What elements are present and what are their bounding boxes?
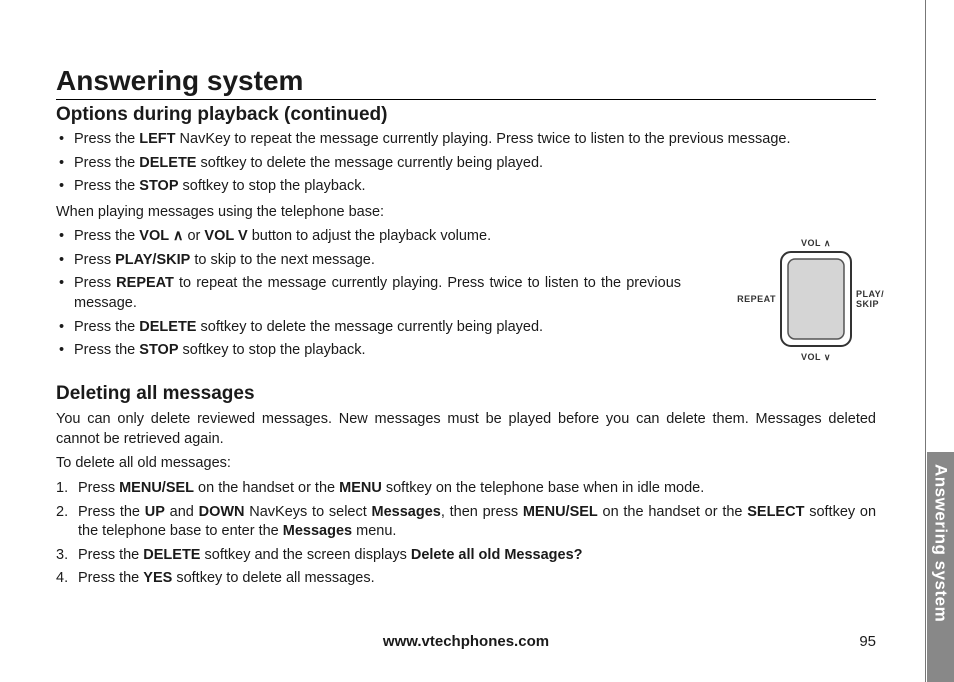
step-item: Press MENU/SEL on the handset or the MEN… bbox=[56, 479, 876, 499]
diagram-label-right-1: PLAY/ bbox=[856, 289, 884, 299]
section-title-deleting: Deleting all messages bbox=[56, 381, 876, 407]
footer: www.vtechphones.com 95 bbox=[56, 633, 876, 650]
page-number: 95 bbox=[859, 633, 876, 650]
base-intro: When playing messages using the telephon… bbox=[56, 203, 876, 223]
bullet-item: Press the LEFT NavKey to repeat the mess… bbox=[56, 130, 876, 150]
bullet-item: Press the VOL ∧ or VOL V button to adjus… bbox=[56, 227, 681, 247]
bullet-item: Press the STOP softkey to stop the playb… bbox=[56, 177, 876, 197]
page: Answering system Options during playback… bbox=[0, 0, 954, 682]
step-item: Press the UP and DOWN NavKeys to select … bbox=[56, 503, 876, 542]
diagram-label-top: VOL ∧ bbox=[801, 238, 831, 248]
step-item: Press the DELETE softkey and the screen … bbox=[56, 546, 876, 566]
options-list-2: Press the VOL ∧ or VOL V button to adjus… bbox=[56, 227, 681, 360]
diagram-label-left: REPEAT bbox=[737, 294, 776, 304]
bullet-item: Press the DELETE softkey to delete the m… bbox=[56, 154, 876, 174]
right-rule bbox=[925, 0, 926, 682]
step-item: Press the YES softkey to delete all mess… bbox=[56, 569, 876, 589]
section-title-options: Options during playback (continued) bbox=[56, 104, 876, 126]
bullet-item: Press PLAY/SKIP to skip to the next mess… bbox=[56, 251, 681, 271]
navkey-diagram: VOL ∧ VOL ∨ REPEAT PLAY/ SKIP bbox=[736, 234, 896, 364]
side-tab: Answering system bbox=[927, 452, 954, 682]
delete-lead: To delete all old messages: bbox=[56, 454, 876, 474]
diagram-label-right-2: SKIP bbox=[856, 299, 879, 309]
options-list-1: Press the LEFT NavKey to repeat the mess… bbox=[56, 130, 876, 197]
page-title: Answering system bbox=[56, 65, 876, 100]
footer-url: www.vtechphones.com bbox=[383, 633, 549, 650]
diagram-label-bottom: VOL ∨ bbox=[801, 352, 831, 362]
bullet-item: Press the STOP softkey to stop the playb… bbox=[56, 341, 681, 361]
delete-intro: You can only delete reviewed messages. N… bbox=[56, 410, 876, 449]
delete-steps: Press MENU/SEL on the handset or the MEN… bbox=[56, 479, 876, 589]
bullet-item: Press REPEAT to repeat the message curre… bbox=[56, 274, 681, 313]
bullet-item: Press the DELETE softkey to delete the m… bbox=[56, 318, 681, 338]
